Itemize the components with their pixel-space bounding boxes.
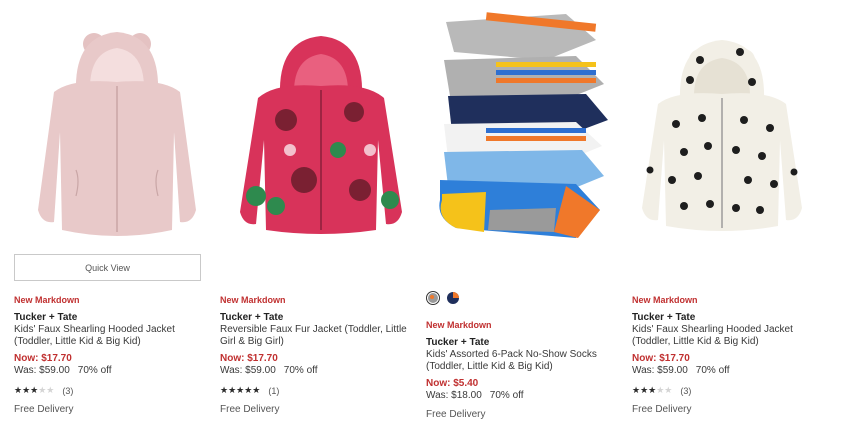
new-markdown-badge: New Markdown	[14, 295, 80, 305]
sale-price: Now: $17.70	[220, 353, 278, 364]
stars-icon: ★★★★★ ★★★★★	[220, 386, 261, 396]
brand-name[interactable]: Tucker + Tate	[632, 312, 832, 324]
socks-pack-graphic	[439, 12, 608, 238]
product-title[interactable]: Kids' Faux Shearling Hooded Jacket (Todd…	[632, 324, 832, 348]
original-price: Was: $18.00	[426, 390, 482, 401]
product-image-socks[interactable]	[426, 0, 621, 245]
free-delivery-label: Free Delivery	[426, 409, 486, 420]
review-count[interactable]: (3)	[680, 385, 691, 397]
sale-price: Now: $17.70	[632, 353, 690, 364]
free-delivery-label: Free Delivery	[632, 404, 692, 415]
brand-name[interactable]: Tucker + Tate	[14, 312, 214, 324]
pink-jacket-graphic	[38, 32, 196, 236]
brand-name[interactable]: Tucker + Tate	[220, 312, 420, 324]
star-rating[interactable]: ★★★★★ ★★★★★ (1)	[220, 385, 420, 397]
product-title[interactable]: Reversible Faux Fur Jacket (Toddler, Lit…	[220, 324, 420, 348]
star-rating[interactable]: ★★★★★ ★★★★★ (3)	[14, 385, 214, 397]
polka-dot-jacket-graphic	[642, 40, 802, 231]
product-title[interactable]: Kids' Assorted 6-Pack No-Show Socks (Tod…	[426, 349, 626, 373]
floral-jacket-graphic	[240, 36, 402, 234]
was-price-row: Was: $18.00 70% off	[426, 390, 626, 402]
was-price-row: Was: $59.00 70% off	[632, 365, 832, 377]
review-count[interactable]: (1)	[268, 385, 279, 397]
discount-percent: 70% off	[77, 365, 112, 376]
sale-price: Now: $5.40	[426, 378, 479, 389]
original-price: Was: $59.00	[632, 365, 688, 376]
original-price: Was: $59.00	[14, 365, 70, 376]
free-delivery-label: Free Delivery	[14, 404, 74, 415]
product-image-pink-jacket[interactable]	[14, 0, 209, 245]
brand-name[interactable]: Tucker + Tate	[426, 337, 626, 349]
star-rating[interactable]: ★★★★★ ★★★★★ (3)	[632, 385, 832, 397]
discount-percent: 70% off	[283, 365, 318, 376]
review-count[interactable]: (3)	[62, 385, 73, 397]
stars-icon: ★★★★★ ★★★★★	[14, 386, 55, 396]
quick-view-button[interactable]: Quick View	[14, 254, 201, 281]
stars-icon: ★★★★★ ★★★★★	[632, 386, 673, 396]
color-swatches	[426, 291, 460, 305]
free-delivery-label: Free Delivery	[220, 404, 280, 415]
sale-price: Now: $17.70	[14, 353, 72, 364]
discount-percent: 70% off	[695, 365, 730, 376]
product-image-floral-jacket[interactable]	[220, 0, 415, 245]
product-title[interactable]: Kids' Faux Shearling Hooded Jacket (Todd…	[14, 324, 214, 348]
new-markdown-badge: New Markdown	[632, 295, 698, 305]
product-image-polka-dot-jacket[interactable]	[632, 0, 827, 245]
navy-orange-swatch[interactable]	[446, 291, 460, 305]
new-markdown-badge: New Markdown	[426, 320, 492, 330]
was-price-row: Was: $59.00 70% off	[220, 365, 420, 377]
grey-multi-swatch[interactable]	[426, 291, 440, 305]
new-markdown-badge: New Markdown	[220, 295, 286, 305]
was-price-row: Was: $59.00 70% off	[14, 365, 214, 377]
original-price: Was: $59.00	[220, 365, 276, 376]
discount-percent: 70% off	[489, 390, 524, 401]
